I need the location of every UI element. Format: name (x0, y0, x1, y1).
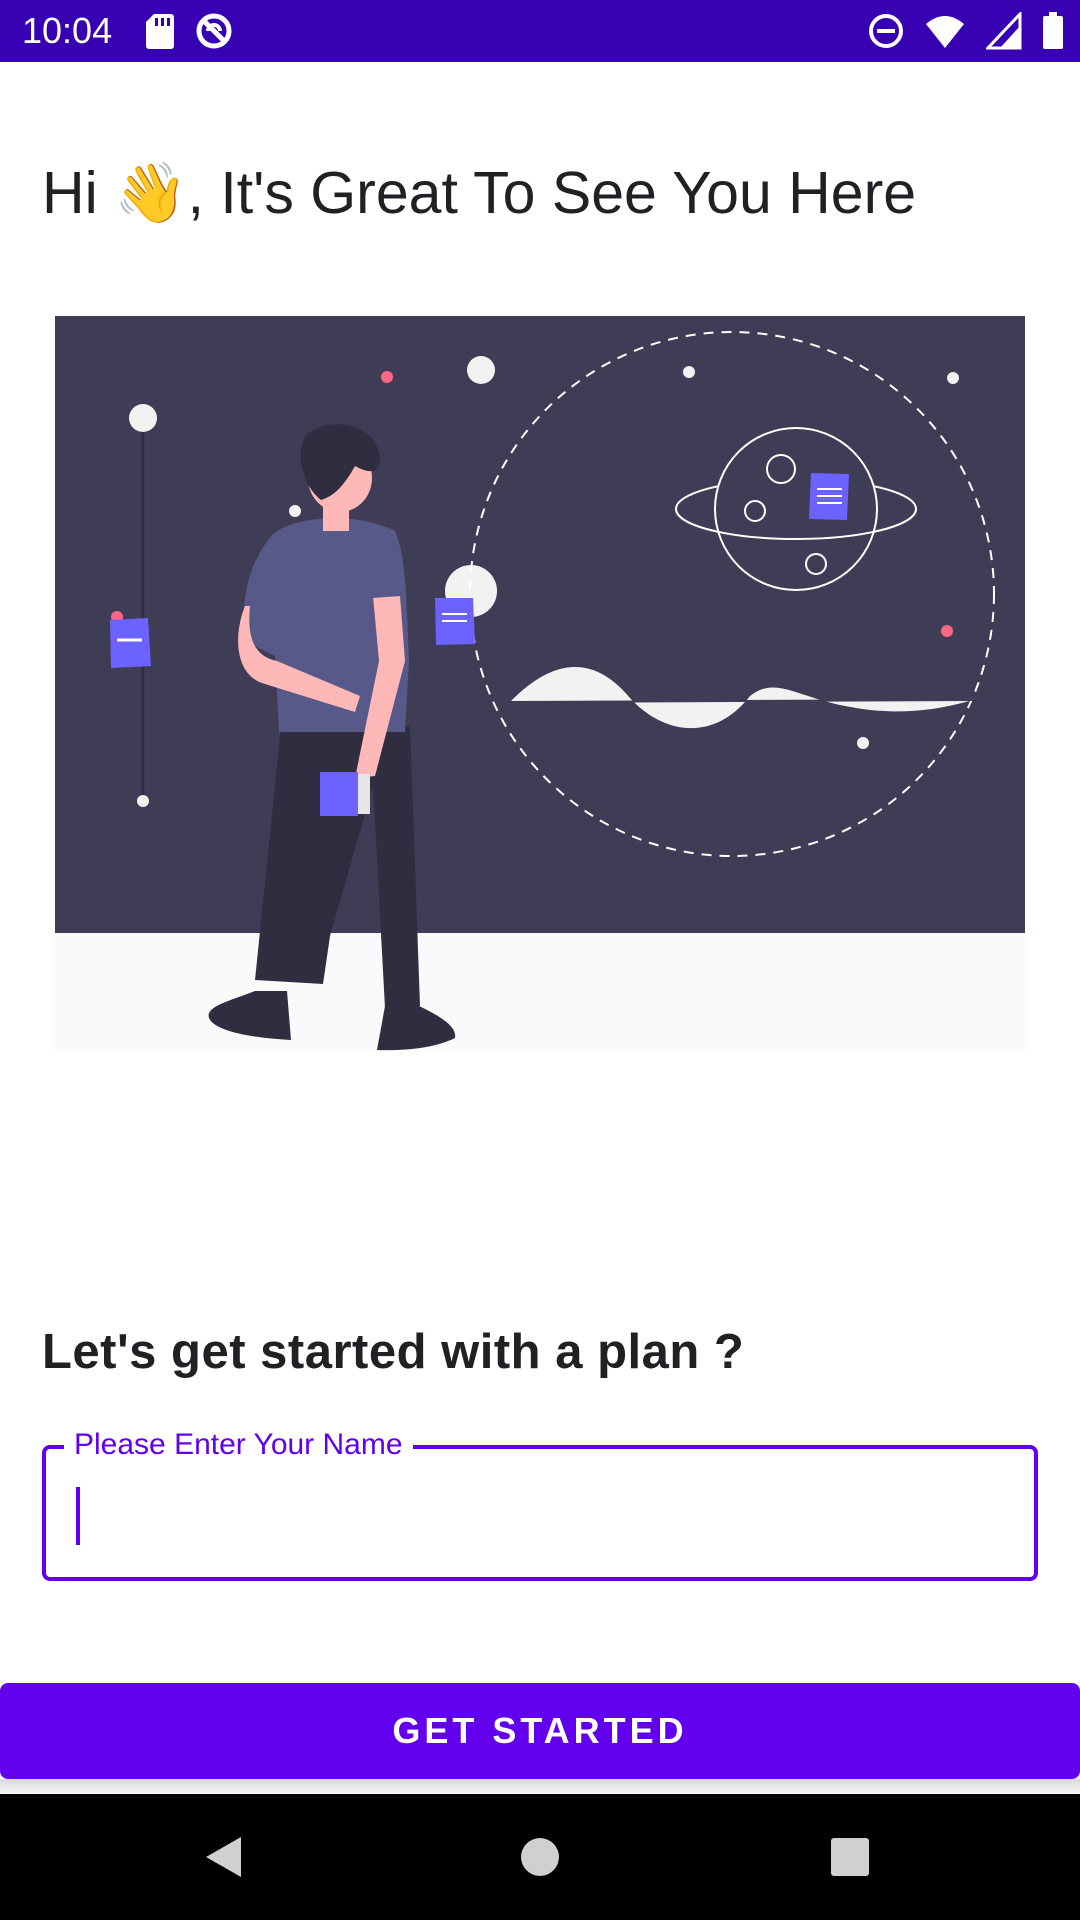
book-icon (320, 772, 358, 816)
planet-sticky-note-icon (809, 473, 849, 520)
illustration-floor (55, 933, 1025, 1051)
status-bar: 10:04 (0, 0, 1080, 62)
status-right-icons (867, 12, 1064, 50)
get-started-button[interactable]: GET STARTED (0, 1683, 1080, 1779)
name-field-label: Please Enter Your Name (64, 1427, 413, 1463)
person-viewing-planet-illustration (55, 316, 1025, 1051)
text-cursor (76, 1487, 80, 1545)
wifi-icon (926, 16, 965, 48)
battery-icon (1043, 12, 1063, 49)
sd-card-icon (146, 14, 174, 49)
left-sticky-note-icon (110, 618, 151, 668)
do-not-disturb-icon (868, 14, 903, 48)
button-shadow (0, 1779, 1080, 1793)
status-left-icons (145, 12, 249, 50)
status-time: 10:04 (22, 10, 113, 51)
greeting-title: Hi 👋, It's Great To See You Here (42, 160, 917, 226)
home-icon[interactable] (508, 1825, 572, 1889)
illustration-board (55, 316, 1025, 933)
navigation-bar (0, 1794, 1080, 1920)
plan-prompt: Let's get started with a plan ? (42, 1325, 745, 1379)
signal-icon (985, 12, 1022, 50)
sync-icon (196, 13, 232, 49)
back-icon[interactable] (194, 1825, 258, 1889)
name-input[interactable] (72, 1483, 1006, 1545)
center-sticky-note-icon (435, 598, 475, 645)
recents-icon[interactable] (818, 1825, 882, 1889)
name-field[interactable]: Please Enter Your Name (42, 1427, 1038, 1581)
